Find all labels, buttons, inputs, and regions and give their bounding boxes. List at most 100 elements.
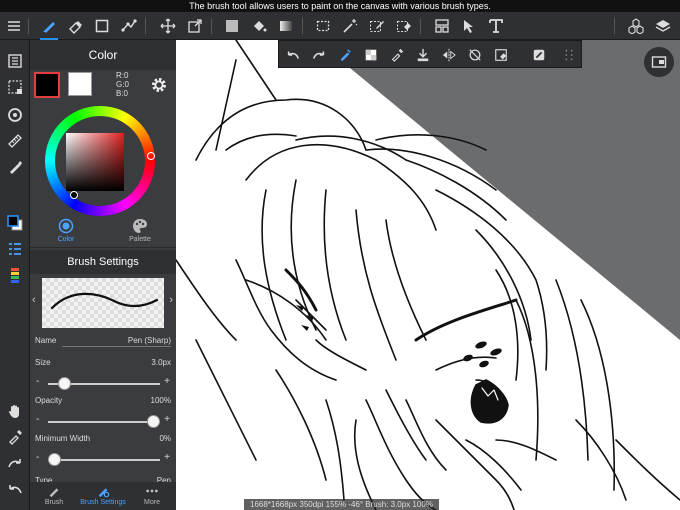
left-rail bbox=[0, 40, 30, 510]
name-label: Name bbox=[35, 336, 57, 345]
eraser-icon[interactable] bbox=[64, 15, 86, 37]
navigator-icon bbox=[651, 56, 667, 68]
opacity-thumb[interactable] bbox=[147, 415, 160, 428]
redo-icon[interactable] bbox=[309, 45, 329, 65]
size-label: Size bbox=[35, 358, 51, 367]
brush-tool-icon[interactable] bbox=[335, 45, 355, 65]
undo-rail-icon[interactable] bbox=[4, 478, 26, 500]
color-swatch-icon[interactable] bbox=[361, 45, 381, 65]
bucket-icon[interactable] bbox=[248, 15, 270, 37]
layers-icon[interactable] bbox=[652, 15, 674, 37]
color-wheel-area bbox=[30, 98, 176, 216]
tab-palette-label: Palette bbox=[129, 236, 151, 243]
layer-panel-icon[interactable] bbox=[4, 50, 26, 72]
selection-icon[interactable] bbox=[312, 15, 334, 37]
minwidth-slider[interactable]: - + bbox=[30, 452, 176, 468]
color-panel-title: Color bbox=[30, 40, 176, 70]
brush-icon[interactable] bbox=[38, 15, 60, 40]
r-value: R:0 bbox=[116, 71, 129, 80]
frame-divide-icon[interactable] bbox=[431, 15, 453, 37]
canvas-artwork bbox=[176, 40, 680, 510]
tab-palette[interactable]: Palette bbox=[110, 218, 170, 243]
size-plus-button[interactable]: + bbox=[164, 376, 170, 387]
opacity-label: Opacity bbox=[35, 396, 63, 405]
size-value: 3.0px bbox=[151, 358, 171, 367]
redo-rail-icon[interactable] bbox=[4, 452, 26, 474]
invert-icon[interactable] bbox=[529, 45, 549, 65]
clear-icon[interactable] bbox=[491, 45, 511, 65]
vector-icon[interactable] bbox=[118, 15, 140, 37]
rectangle-icon[interactable] bbox=[91, 15, 113, 37]
tab-brush-settings[interactable]: Brush Settings bbox=[79, 484, 127, 506]
hue-knob[interactable] bbox=[147, 152, 155, 160]
select-area-icon[interactable] bbox=[4, 76, 26, 98]
status-bar: 1668*1668px 350dpi 155% -46° Brush: 3.0p… bbox=[244, 499, 439, 510]
minwidth-label: Minimum Width bbox=[35, 434, 91, 443]
tab-color[interactable]: Color bbox=[36, 218, 96, 243]
size-thumb[interactable] bbox=[57, 377, 71, 390]
brush-settings-tab-icon bbox=[98, 488, 110, 498]
foreground-color-swatch[interactable] bbox=[34, 72, 60, 98]
flip-icon[interactable] bbox=[439, 45, 459, 65]
color-knob[interactable] bbox=[70, 191, 78, 199]
eyedropper-rail-icon[interactable] bbox=[4, 426, 26, 448]
select-pen-icon[interactable] bbox=[366, 15, 388, 37]
saturation-value-square[interactable] bbox=[66, 133, 124, 191]
size-row: Size 3.0px bbox=[30, 354, 176, 376]
opacity-plus-button[interactable]: + bbox=[164, 414, 170, 425]
minwidth-plus-button[interactable]: + bbox=[164, 452, 170, 463]
palette-icon bbox=[133, 219, 147, 233]
gradient-icon[interactable] bbox=[275, 15, 297, 37]
undo-icon[interactable] bbox=[283, 45, 303, 65]
stabilizer-icon[interactable] bbox=[4, 156, 26, 178]
select-eraser-icon[interactable] bbox=[393, 15, 415, 37]
color-row: R:0 G:0 B:0 bbox=[30, 70, 176, 98]
snap-icon[interactable] bbox=[4, 104, 26, 126]
hand-icon[interactable] bbox=[4, 400, 26, 422]
gear-icon[interactable] bbox=[150, 76, 168, 94]
tab-color-label: Color bbox=[57, 236, 75, 243]
opacity-minus-button[interactable]: - bbox=[36, 414, 39, 425]
move-icon[interactable] bbox=[157, 15, 179, 37]
opacity-slider[interactable]: - + bbox=[30, 414, 176, 430]
magic-wand-icon[interactable] bbox=[339, 15, 361, 37]
tab-more-label: More bbox=[144, 499, 160, 506]
transform-icon[interactable] bbox=[184, 15, 206, 37]
color-swap-icon[interactable] bbox=[4, 212, 26, 234]
floating-toolbar bbox=[278, 40, 582, 68]
menu-icon[interactable] bbox=[3, 15, 25, 37]
material-icon[interactable] bbox=[625, 15, 647, 37]
minwidth-value: 0% bbox=[159, 434, 171, 443]
minwidth-row: Minimum Width 0% bbox=[30, 430, 176, 452]
navigator-button[interactable] bbox=[644, 47, 674, 77]
minwidth-thumb[interactable] bbox=[48, 453, 61, 466]
rotate-reset-icon[interactable] bbox=[465, 45, 485, 65]
name-value: Pen (Sharp) bbox=[127, 336, 171, 345]
palette-strip-icon[interactable] bbox=[4, 264, 26, 286]
tab-more[interactable]: More bbox=[128, 484, 176, 506]
brush-settings-title: Brush Settings bbox=[30, 250, 176, 274]
brush-list-icon[interactable] bbox=[4, 238, 26, 260]
size-slider[interactable]: - + bbox=[30, 376, 176, 392]
brush-tab-icon bbox=[49, 488, 59, 498]
chevron-right-icon[interactable]: › bbox=[169, 294, 173, 306]
color-tabs: Color Palette bbox=[30, 216, 176, 248]
more-icon bbox=[146, 489, 158, 493]
drawing-canvas[interactable] bbox=[176, 40, 680, 510]
eyedropper-icon[interactable] bbox=[387, 45, 407, 65]
chevron-left-icon[interactable]: ‹ bbox=[32, 294, 36, 306]
fill-color-icon[interactable] bbox=[221, 15, 243, 37]
text-icon[interactable] bbox=[485, 15, 507, 37]
tab-brush[interactable]: Brush bbox=[30, 484, 78, 506]
save-icon[interactable] bbox=[413, 45, 433, 65]
minwidth-minus-button[interactable]: - bbox=[36, 452, 39, 463]
brush-name-row[interactable]: Name Pen (Sharp) bbox=[30, 332, 176, 354]
background-color-swatch[interactable] bbox=[68, 72, 92, 96]
operation-icon[interactable] bbox=[458, 15, 480, 37]
size-minus-button[interactable]: - bbox=[36, 376, 39, 387]
ruler-icon[interactable] bbox=[4, 130, 26, 152]
opacity-row: Opacity 100% bbox=[30, 392, 176, 414]
color-circle-icon bbox=[58, 218, 74, 234]
rgb-readout: R:0 G:0 B:0 bbox=[116, 71, 129, 98]
grip-icon[interactable] bbox=[559, 45, 579, 65]
